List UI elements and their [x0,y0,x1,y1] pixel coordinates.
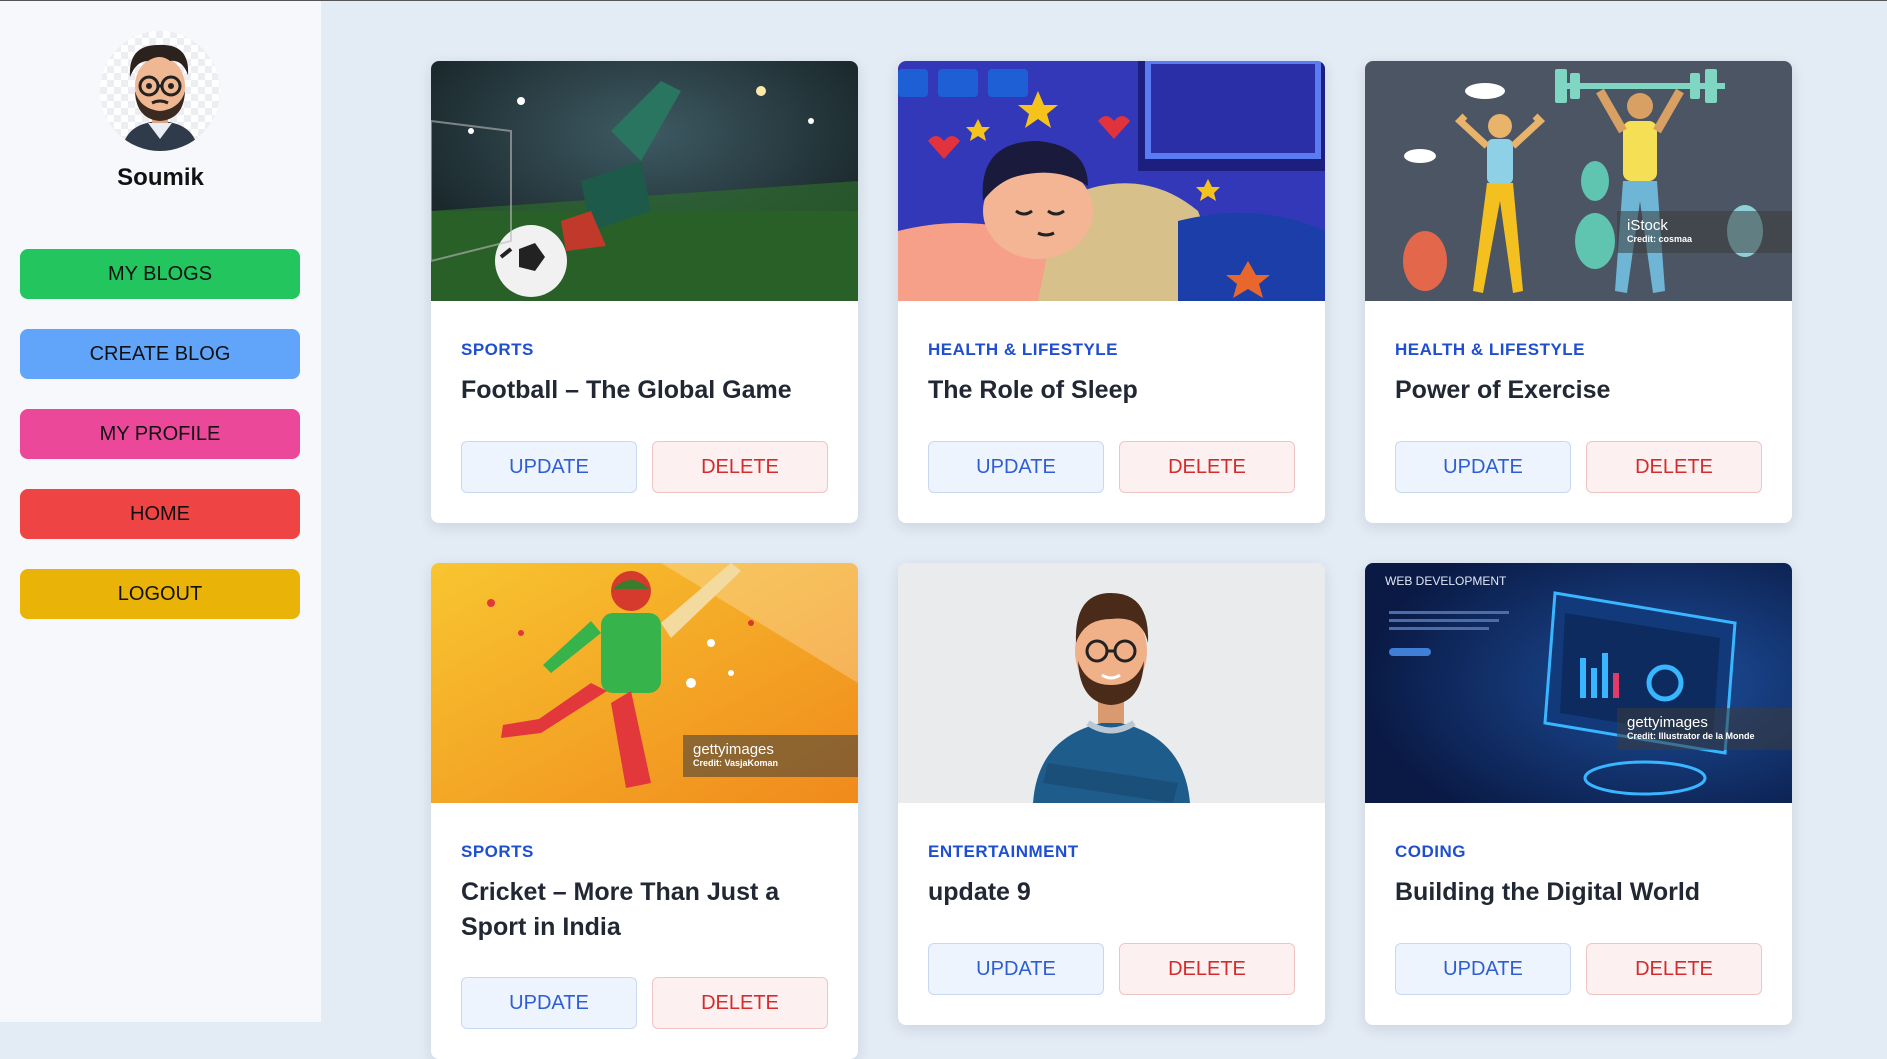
blog-card: WEB DEVELOPMENT gettyimages Credit: Illu… [1365,563,1792,1025]
delete-button[interactable]: DELETE [1119,943,1295,995]
blog-title: Cricket – More Than Just a Sport in Indi… [461,878,780,941]
blog-image-portrait [898,563,1325,803]
update-button[interactable]: UPDATE [928,943,1104,995]
watermark-credit: Credit: VasjaKoman [693,758,779,768]
blog-category: SPORTS [461,842,534,861]
blog-image-cricket: gettyimages Credit: VasjaKoman [431,563,858,803]
blog-card: ENTERTAINMENT update 9 UPDATE DELETE [898,563,1325,1025]
blog-category: CODING [1395,842,1466,861]
blog-image-web-development: WEB DEVELOPMENT gettyimages Credit: Illu… [1365,563,1792,803]
blog-category: HEALTH & LIFESTYLE [928,340,1119,359]
update-button[interactable]: UPDATE [461,977,637,1029]
username: Soumik [117,164,204,191]
delete-button[interactable]: DELETE [1586,943,1762,995]
logout-button[interactable]: LOGOUT [20,569,300,619]
blog-card: SPORTS Football – The Global Game UPDATE… [431,61,858,523]
image-text-web-development: WEB DEVELOPMENT [1385,574,1507,588]
update-button[interactable]: UPDATE [461,441,637,493]
create-blog-button[interactable]: CREATE BLOG [20,329,300,379]
delete-button[interactable]: DELETE [1586,441,1762,493]
blog-image-exercise: iStock Credit: cosmaa [1365,61,1792,301]
delete-button[interactable]: DELETE [1119,441,1295,493]
blog-image-sleep [898,61,1325,301]
avatar-illustration [122,44,198,151]
blog-card: gettyimages Credit: VasjaKoman SPORTS Cr… [431,563,858,1059]
image-watermark: gettyimages Credit: VasjaKoman [683,735,858,777]
update-button[interactable]: UPDATE [1395,441,1571,493]
blog-title: update 9 [928,878,1031,906]
blog-title: The Role of Sleep [928,376,1138,404]
blog-image-football [431,61,858,301]
sidebar: Soumik MY BLOGS CREATE BLOG MY PROFILE H… [0,1,322,1022]
blog-card: iStock Credit: cosmaa HEALTH & LIFESTYLE… [1365,61,1792,523]
watermark-brand: gettyimages [1627,714,1708,731]
my-blogs-button[interactable]: MY BLOGS [20,249,300,299]
update-button[interactable]: UPDATE [928,441,1104,493]
home-button[interactable]: HOME [20,489,300,539]
blog-title: Building the Digital World [1395,878,1701,906]
avatar [100,31,220,151]
blog-category: SPORTS [461,340,534,359]
delete-button[interactable]: DELETE [652,441,828,493]
watermark-credit: Credit: cosmaa [1627,234,1693,244]
blog-title: Power of Exercise [1395,376,1611,404]
watermark-brand: gettyimages [693,741,774,758]
blog-category: ENTERTAINMENT [928,842,1079,861]
blog-card: HEALTH & LIFESTYLE The Role of Sleep UPD… [898,61,1325,523]
image-watermark: iStock Credit: cosmaa [1617,211,1792,253]
blog-title: Football – The Global Game [461,376,792,404]
blog-category: HEALTH & LIFESTYLE [1395,340,1586,359]
watermark-brand: iStock [1627,217,1668,234]
image-watermark: gettyimages Credit: Illustrator de la Mo… [1617,708,1792,750]
delete-button[interactable]: DELETE [652,977,828,1029]
watermark-credit: Credit: Illustrator de la Monde [1627,731,1755,741]
my-profile-button[interactable]: MY PROFILE [20,409,300,459]
update-button[interactable]: UPDATE [1395,943,1571,995]
